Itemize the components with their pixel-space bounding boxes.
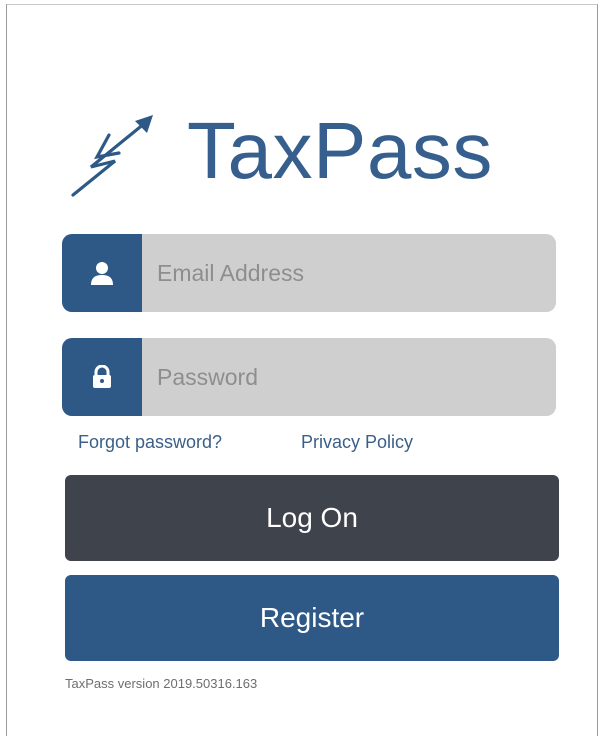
lock-icon xyxy=(93,365,111,388)
lightning-arrow-icon xyxy=(71,115,153,197)
logo: TaxPass xyxy=(69,97,569,207)
password-prefix xyxy=(62,338,142,416)
password-field xyxy=(62,338,556,416)
app-title: TaxPass xyxy=(187,106,493,195)
email-field xyxy=(62,234,556,312)
privacy-policy-link[interactable]: Privacy Policy xyxy=(301,432,413,453)
log-on-button[interactable]: Log On xyxy=(65,475,559,561)
email-prefix xyxy=(62,234,142,312)
register-button[interactable]: Register xyxy=(65,575,559,661)
password-input[interactable] xyxy=(142,338,556,416)
user-icon xyxy=(91,262,113,285)
version-label: TaxPass version 2019.50316.163 xyxy=(65,676,258,691)
email-input[interactable] xyxy=(142,234,556,312)
forgot-password-link[interactable]: Forgot password? xyxy=(78,432,222,453)
login-screen: TaxPass Forgot password? Privacy Policy … xyxy=(6,4,598,736)
